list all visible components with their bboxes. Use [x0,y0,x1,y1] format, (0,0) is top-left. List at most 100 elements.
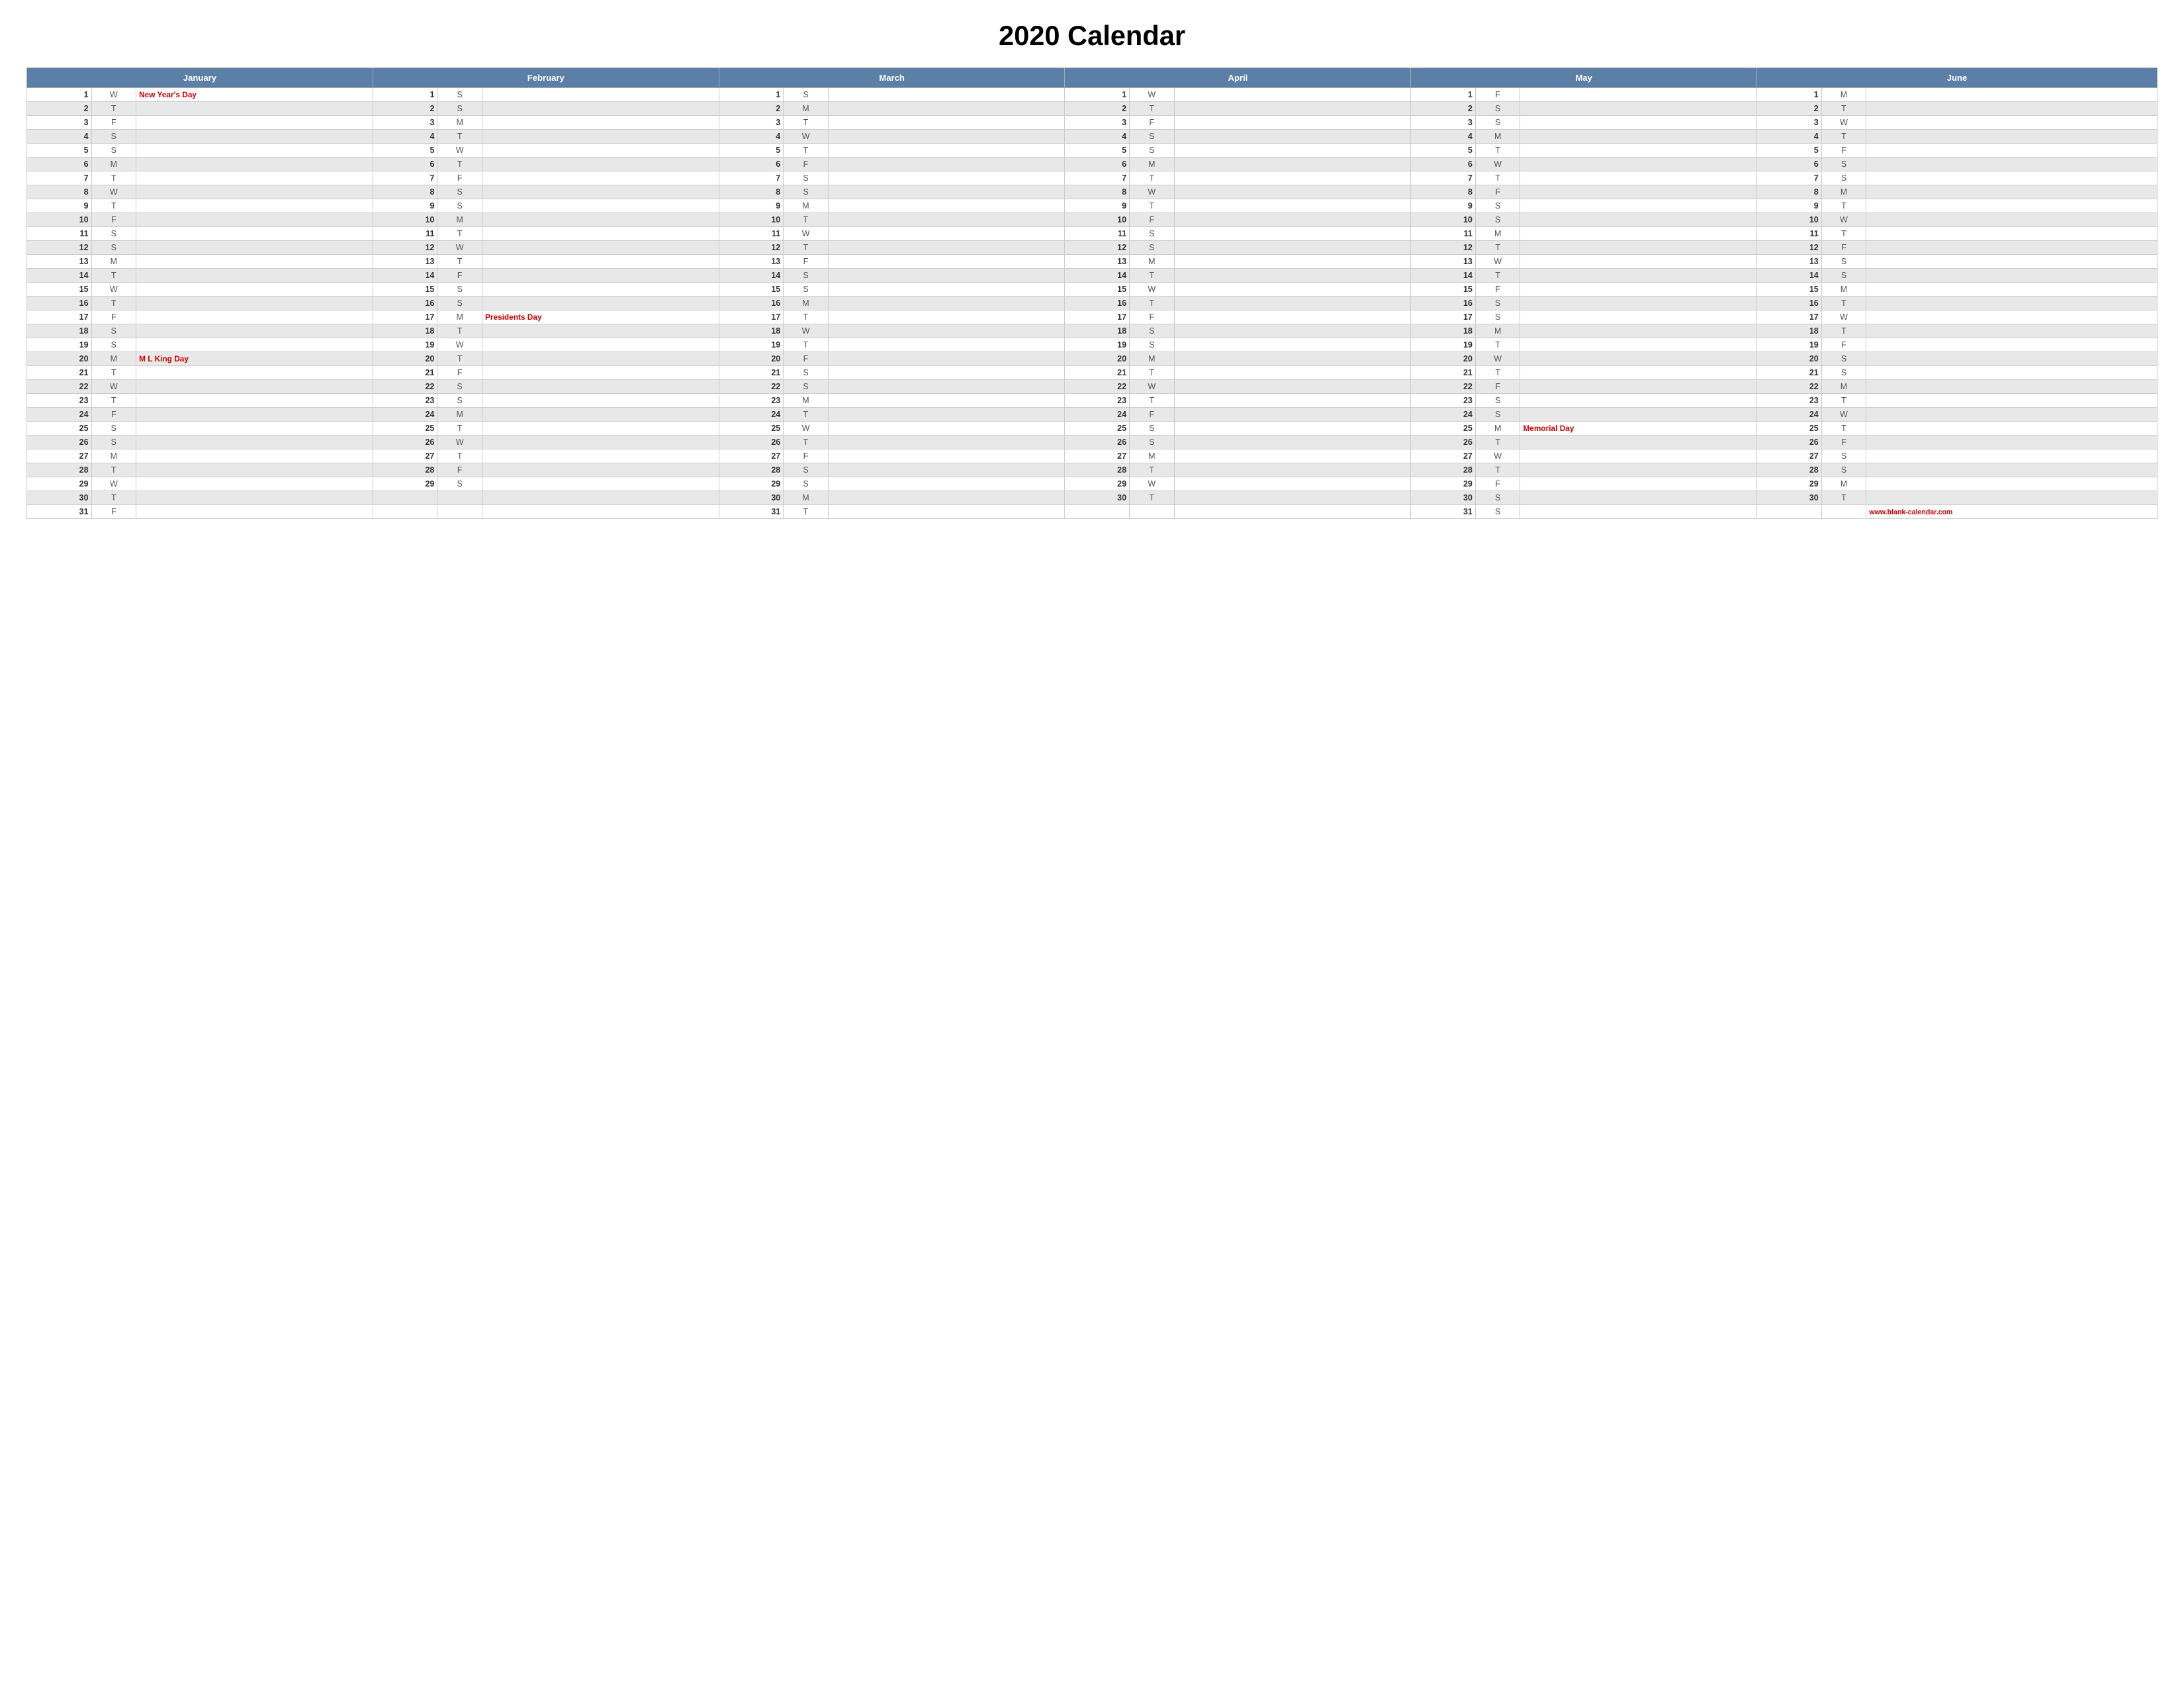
jun-day-event [1866,144,2158,158]
jan-day-dow: T [91,199,136,213]
feb-day-dow: T [437,255,482,269]
jun-day-num: 12 [1757,241,1822,255]
apr-day-num: 27 [1065,449,1130,463]
feb-day-dow: S [437,185,482,199]
feb-day-num: 1 [373,88,437,102]
mar-day-event [828,422,1065,436]
mar-day-num: 9 [719,199,784,213]
jan-day-num: 28 [27,463,92,477]
may-day-num: 1 [1411,88,1476,102]
apr-day-event [1174,297,1411,310]
feb-day-num: 12 [373,241,437,255]
apr-day-event [1174,449,1411,463]
mar-day-num: 20 [719,352,784,366]
apr-day-dow: S [1130,227,1175,241]
jan-day-dow: S [91,422,136,436]
jun-day-event [1866,310,2158,324]
mar-day-num: 2 [719,102,784,116]
apr-day-dow: T [1130,394,1175,408]
header-june: June [1757,68,2158,88]
feb-day-dow: M [437,213,482,227]
feb-day-num: 23 [373,394,437,408]
mar-day-dow: M [784,297,829,310]
feb-day-dow: T [437,158,482,171]
table-row: 30T30M30T30S30T [27,491,2158,505]
may-day-dow: M [1475,227,1520,241]
mar-day-num: 5 [719,144,784,158]
mar-day-dow: F [784,449,829,463]
feb-day-num: 7 [373,171,437,185]
apr-day-event [1174,380,1411,394]
apr-day-dow: T [1130,463,1175,477]
may-day-num: 24 [1411,408,1476,422]
apr-day-num: 26 [1065,436,1130,449]
mar-day-dow: T [784,505,829,519]
table-row: 21T21F21S21T21T21S [27,366,2158,380]
may-day-num: 14 [1411,269,1476,283]
jun-day-dow: T [1821,102,1866,116]
mar-day-event [828,366,1065,380]
jan-day-num: 16 [27,297,92,310]
may-day-event [1520,491,1757,505]
may-day-num: 11 [1411,227,1476,241]
feb-day-num: 4 [373,130,437,144]
mar-day-event [828,144,1065,158]
mar-day-dow: M [784,491,829,505]
table-row: 14T14F14S14T14T14S [27,269,2158,283]
mar-day-dow: S [784,269,829,283]
jan-day-event [136,213,373,227]
apr-day-dow: F [1130,213,1175,227]
may-day-event [1520,185,1757,199]
jun-day-event [1866,185,2158,199]
apr-day-event [1174,102,1411,116]
jan-day-num: 7 [27,171,92,185]
feb-day-num: 5 [373,144,437,158]
jun-day-event [1866,241,2158,255]
apr-day-dow: M [1130,255,1175,269]
may-day-event [1520,241,1757,255]
mar-day-num: 3 [719,116,784,130]
may-day-num: 21 [1411,366,1476,380]
apr-day-event [1174,366,1411,380]
may-day-num: 28 [1411,463,1476,477]
apr-day-event-empty [1174,505,1411,519]
jan-day-dow: W [91,477,136,491]
feb-day-dow: W [437,338,482,352]
jun-day-dow: M [1821,88,1866,102]
jan-day-dow: F [91,310,136,324]
table-row: 4S4T4W4S4M4T [27,130,2158,144]
mar-day-dow: S [784,88,829,102]
feb-day-dow: S [437,477,482,491]
mar-day-event [828,199,1065,213]
jan-day-num: 18 [27,324,92,338]
apr-day-dow: W [1130,185,1175,199]
mar-day-dow: T [784,436,829,449]
feb-day-event [482,297,719,310]
jan-day-dow: M [91,255,136,269]
table-row: 10F10M10T10F10S10W [27,213,2158,227]
apr-day-num: 15 [1065,283,1130,297]
mar-day-event [828,213,1065,227]
apr-day-event [1174,394,1411,408]
jun-day-num: 6 [1757,158,1822,171]
feb-day-event [482,144,719,158]
apr-day-event [1174,241,1411,255]
jan-day-event: M L King Day [136,352,373,366]
may-day-event [1520,366,1757,380]
may-day-dow: S [1475,297,1520,310]
apr-day-event [1174,491,1411,505]
apr-day-dow: M [1130,449,1175,463]
jun-day-dow: F [1821,144,1866,158]
apr-day-dow: S [1130,144,1175,158]
jan-day-dow: M [91,352,136,366]
jun-day-dow: F [1821,241,1866,255]
feb-day-dow: T [437,324,482,338]
apr-day-num: 5 [1065,144,1130,158]
jun-day-event [1866,227,2158,241]
mar-day-num: 14 [719,269,784,283]
may-day-dow: S [1475,116,1520,130]
feb-day-num: 19 [373,338,437,352]
jun-day-dow: T [1821,491,1866,505]
jan-day-num: 12 [27,241,92,255]
apr-day-dow: F [1130,408,1175,422]
